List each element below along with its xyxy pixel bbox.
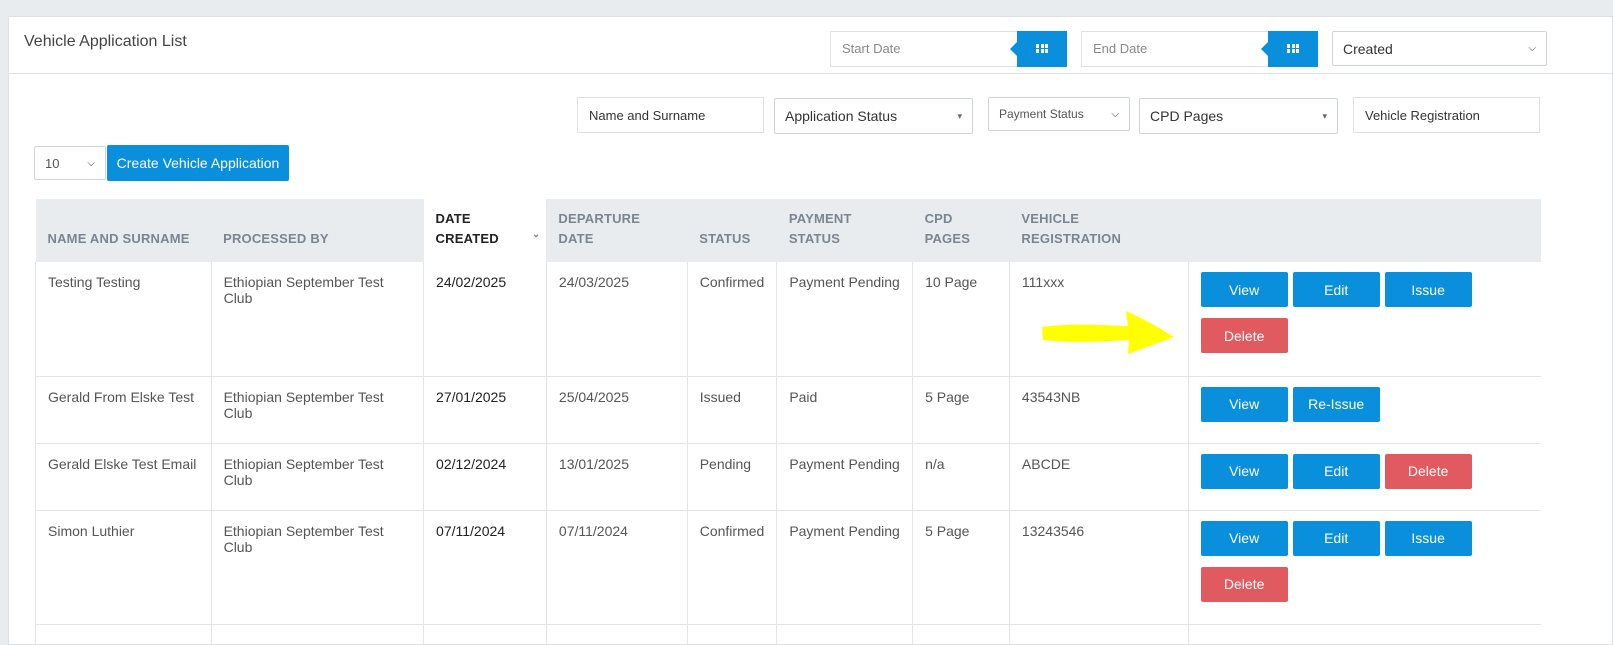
start-date-group: Start Date (830, 31, 1067, 67)
delete-button[interactable]: Delete (1384, 453, 1472, 489)
cell-name: Testing Testing (35, 262, 212, 377)
table-row: Gerald From Elske Test Ethiopian Septemb… (35, 376, 1541, 444)
cpd-pages-select[interactable]: CPD Pages ▾ (1139, 98, 1338, 134)
cell-status: Pending (687, 443, 778, 511)
name-filter-input[interactable]: Name and Surname (577, 97, 764, 133)
cell-cpd-pages: 5 Page (912, 510, 1010, 625)
edit-button[interactable]: Edit (1292, 520, 1380, 556)
cell-departure-date: 25/04/2025 (546, 376, 688, 444)
edit-button[interactable]: Edit (1292, 272, 1380, 307)
table-row: Simon Luthier Ethiopian September Test C… (35, 510, 1541, 625)
cell-actions: View Edit Issue Delete (1188, 262, 1541, 377)
cell-processed-by: Ethiopian September Test Club (211, 262, 425, 377)
cell-payment-status: Payment Pending (776, 443, 914, 511)
column-header-vehicle-registration[interactable]: VEHICLE REGISTRATION (1009, 199, 1188, 262)
cell-name: Simon Luthier (35, 510, 212, 625)
table-header-row: NAME AND SURNAME PROCESSED BY DATE CREATE… (35, 199, 1541, 262)
cell-departure-date: 13/01/2025 (546, 443, 688, 511)
cell-status: Confirmed (687, 262, 778, 377)
cpd-pages-value: CPD Pages (1150, 108, 1224, 124)
table-row (35, 624, 1541, 645)
cell-processed-by: Ethiopian September Test Club (211, 376, 425, 444)
cell-actions: View Re-Issue (1188, 376, 1541, 444)
cell-departure-date: 07/11/2024 (546, 510, 688, 625)
sort-chevron-icon: ⌄ (531, 229, 541, 240)
caret-down-icon: ▾ (957, 110, 962, 121)
column-header-cpd-pages[interactable]: CPD PAGES (913, 199, 1010, 262)
cell-processed-by: Ethiopian September Test Club (211, 510, 425, 625)
issue-button[interactable]: Issue (1384, 520, 1472, 556)
vehicle-applications-table: NAME AND SURNAME PROCESSED BY DATE CREATE… (35, 199, 1541, 645)
view-button[interactable]: View (1200, 520, 1288, 556)
vehicle-registration-filter-input[interactable]: Vehicle Registration (1353, 97, 1540, 133)
column-header-payment-status[interactable]: PAYMENT STATUS (777, 199, 913, 262)
cell-payment-status: Payment Pending (776, 510, 914, 625)
cell-cpd-pages: n/a (912, 443, 1010, 511)
cell-date-created: 24/02/2025 (423, 262, 547, 377)
table-row: Gerald Elske Test Email Ethiopian Septem… (35, 443, 1541, 511)
reissue-button[interactable]: Re-Issue (1292, 386, 1380, 422)
cell-cpd-pages: 10 Page (912, 262, 1010, 377)
end-date-calendar-button[interactable] (1261, 31, 1318, 67)
cell-status: Confirmed (687, 510, 778, 625)
cell-date-created: 02/12/2024 (423, 443, 547, 511)
cell-payment-status: Payment Pending (776, 262, 914, 377)
caret-down-icon: ▾ (1322, 110, 1327, 121)
cell-vehicle-registration: 13243546 (1009, 510, 1189, 625)
grid-icon (1287, 44, 1299, 54)
chevron-down-icon: ⌵ (1111, 108, 1119, 120)
cell-date-created: 07/11/2024 (423, 510, 547, 625)
end-date-input[interactable]: End Date (1081, 31, 1268, 67)
column-header-date-created[interactable]: DATE CREATED ⌄ (423, 199, 547, 262)
cell-vehicle-registration: ABCDE (1009, 443, 1189, 511)
payment-status-value: Payment Status (999, 107, 1084, 121)
cell-payment-status: Paid (776, 376, 914, 444)
date-type-select[interactable]: Created ⌵ (1332, 31, 1547, 66)
cell-actions: View Edit Delete (1188, 443, 1541, 511)
panel-header: Vehicle Application List Start Date End … (9, 17, 1612, 74)
cell-name: Gerald From Elske Test (35, 376, 212, 444)
end-date-group: End Date (1081, 31, 1318, 67)
cell-processed-by: Ethiopian September Test Club (211, 443, 425, 511)
cell-departure-date: 24/03/2025 (546, 262, 688, 377)
cell-status: Issued (687, 376, 778, 444)
column-header-name[interactable]: NAME AND SURNAME (36, 199, 212, 262)
edit-button[interactable]: Edit (1292, 453, 1380, 489)
cell-actions: View Edit Issue Delete (1188, 510, 1541, 625)
cell-vehicle-registration: 43543NB (1009, 376, 1189, 444)
table-row: Testing Testing Ethiopian September Test… (35, 262, 1541, 377)
cell-date-created: 27/01/2025 (423, 376, 547, 444)
view-button[interactable]: View (1200, 386, 1288, 422)
page-size-select[interactable]: 10 ⌵ (34, 146, 106, 180)
chevron-down-icon: ⌵ (1528, 43, 1536, 54)
application-status-select[interactable]: Application Status ▾ (774, 98, 973, 134)
issue-button[interactable]: Issue (1384, 272, 1472, 307)
vehicle-application-panel: Vehicle Application List Start Date End … (8, 16, 1613, 645)
cell-name: Gerald Elske Test Email (35, 443, 212, 511)
start-date-input[interactable]: Start Date (830, 31, 1017, 67)
application-status-value: Application Status (785, 108, 898, 124)
page-size-value: 10 (45, 155, 60, 171)
column-header-processed-by[interactable]: PROCESSED BY (211, 199, 423, 262)
view-button[interactable]: View (1200, 453, 1288, 489)
grid-icon (1036, 44, 1048, 54)
chevron-down-icon: ⌵ (87, 157, 95, 169)
start-date-calendar-button[interactable] (1010, 31, 1067, 67)
highlight-arrow-annotation (1042, 311, 1174, 354)
payment-status-select[interactable]: Payment Status ⌵ (988, 97, 1130, 131)
cell-cpd-pages: 5 Page (912, 376, 1010, 444)
page-title: Vehicle Application List (24, 33, 187, 50)
create-vehicle-application-button[interactable]: Create Vehicle Application (107, 145, 289, 181)
delete-button[interactable]: Delete (1200, 318, 1288, 353)
column-header-status[interactable]: STATUS (687, 199, 777, 262)
view-button[interactable]: View (1200, 272, 1288, 307)
date-type-value: Created (1343, 40, 1393, 57)
column-header-actions (1188, 199, 1541, 262)
column-header-departure-date[interactable]: DEPARTURE DATE (546, 199, 687, 262)
delete-button[interactable]: Delete (1200, 566, 1288, 602)
